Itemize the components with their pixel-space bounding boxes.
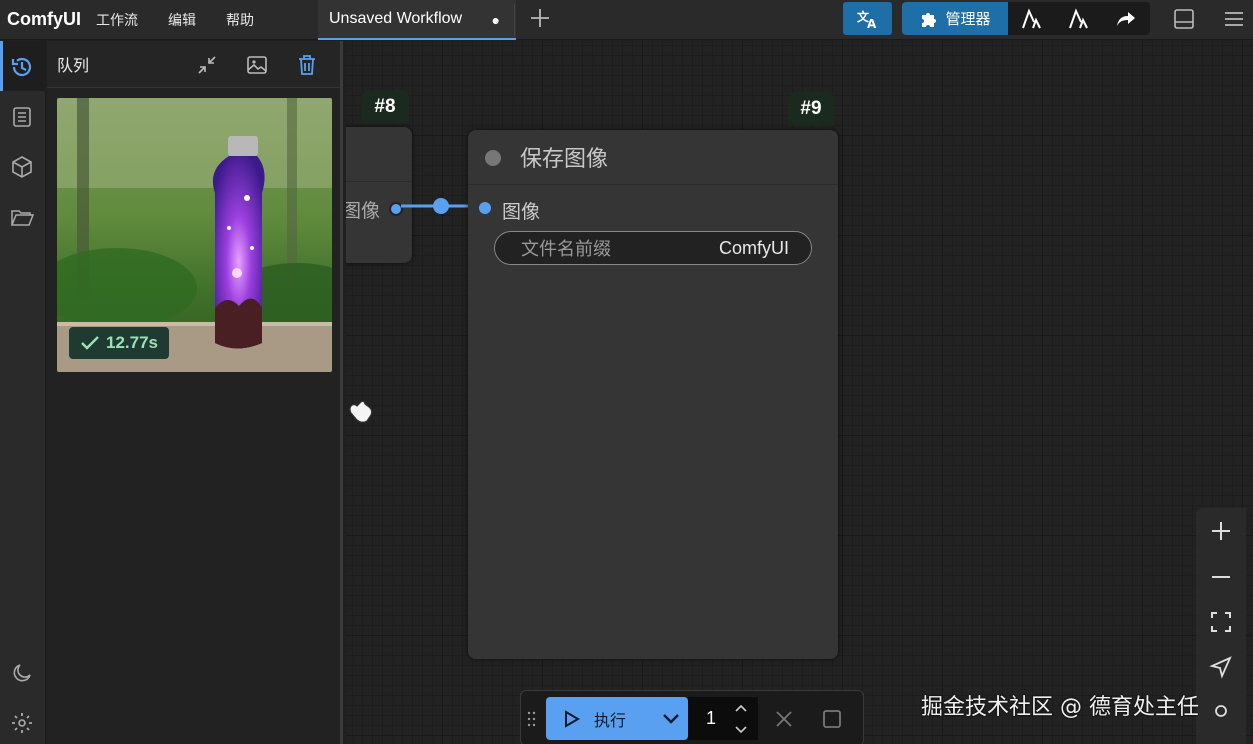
run-toolbar: 执行 1 (520, 690, 864, 744)
moon-icon[interactable] (10, 661, 34, 685)
zoom-out-icon[interactable] (1209, 565, 1233, 589)
queue-panel: 队列 . (47, 41, 343, 744)
sidebar-rail (0, 41, 46, 744)
batch-stepper-icon[interactable] (734, 702, 748, 736)
hand-cursor-icon (349, 400, 373, 423)
watermark-text: 掘金技术社区 @ 德育处主任 (921, 695, 1199, 720)
menu-workflow[interactable]: 工作流 (96, 10, 138, 30)
bottom-panel-icon[interactable] (1173, 8, 1195, 34)
tab-unsaved-workflow[interactable]: Unsaved Workflow ● (318, 0, 516, 40)
run-button[interactable]: 执行 (546, 697, 688, 740)
manager-button[interactable]: 管理器 (902, 2, 1008, 35)
new-tab-plus-icon[interactable] (528, 6, 552, 36)
node-status-dot-icon[interactable] (485, 150, 501, 166)
filename-prefix-value[interactable]: ComfyUI (719, 238, 789, 259)
collapse-icon[interactable] (195, 53, 219, 77)
run-label: 执行 (594, 710, 627, 730)
queue-item-status-badge: 12.77s (69, 327, 169, 359)
navigate-arrow-icon[interactable] (1209, 655, 1233, 679)
node-9-header: 保存图像 (468, 130, 838, 185)
node-8[interactable]: 图像 (346, 127, 412, 263)
hamburger-menu-icon[interactable] (1223, 8, 1245, 34)
translate-icon: 文A (857, 9, 877, 30)
svg-text:A: A (867, 17, 877, 30)
cube-icon[interactable] (10, 155, 34, 179)
queue-panel-title: 队列 (57, 56, 90, 75)
trash-icon[interactable] (295, 53, 319, 77)
zoom-in-icon[interactable] (1209, 519, 1233, 543)
node-9-id-badge: #9 (788, 92, 834, 126)
app-brand: ComfyUI (7, 9, 82, 29)
check-icon (81, 336, 99, 350)
folder-open-icon[interactable] (10, 205, 34, 229)
unsaved-dot-icon[interactable]: ● (492, 12, 500, 28)
drag-handle-icon[interactable] (527, 711, 537, 727)
batch-count-value: 1 (706, 708, 717, 728)
node-9-input-label: 图像 (502, 201, 541, 223)
canvas-zoom-controls (1196, 508, 1246, 744)
node-library-icon[interactable] (10, 105, 34, 129)
node-8-output-label: 图像 (346, 200, 381, 222)
image-icon[interactable] (245, 53, 269, 77)
stop-square-icon[interactable] (822, 709, 842, 729)
settings-gear-icon[interactable] (10, 711, 34, 735)
run-options-chevron-down-icon[interactable] (662, 713, 680, 725)
fit-view-icon[interactable] (1209, 610, 1233, 634)
filename-prefix-widget[interactable]: 文件名前缀 ComfyUI (494, 231, 812, 265)
history-icon[interactable] (10, 55, 34, 79)
graph-canvas[interactable]: #8 图像 #9 保存图像 图像 文件名前缀 ComfyUI 执行 1 掘金技术… (346, 41, 1253, 744)
link-visibility-icon[interactable] (1209, 699, 1233, 723)
node-9-save-image[interactable]: 保存图像 图像 文件名前缀 ComfyUI (468, 130, 838, 659)
play-icon (565, 709, 580, 728)
node-8-id-badge: #8 (361, 90, 409, 124)
manager-label: 管理器 (945, 10, 991, 28)
puzzle-icon (922, 12, 937, 27)
tab-label: Unsaved Workflow (329, 10, 463, 27)
menu-help[interactable]: 帮助 (226, 10, 254, 30)
translate-button[interactable]: 文A (843, 2, 892, 35)
model-download-alt-icon[interactable] (1055, 2, 1101, 35)
cancel-x-icon[interactable] (774, 709, 794, 729)
node-9-title: 保存图像 (520, 147, 609, 172)
queue-item-duration: 12.77s (106, 333, 158, 352)
batch-count-input[interactable]: 1 (688, 697, 758, 740)
menu-edit[interactable]: 编辑 (168, 10, 196, 30)
node-9-input-port[interactable] (479, 202, 491, 214)
share-icon[interactable] (1103, 2, 1149, 35)
tab-divider (514, 4, 515, 36)
filename-prefix-label: 文件名前缀 (521, 239, 611, 260)
model-download-icon[interactable] (1008, 2, 1054, 35)
